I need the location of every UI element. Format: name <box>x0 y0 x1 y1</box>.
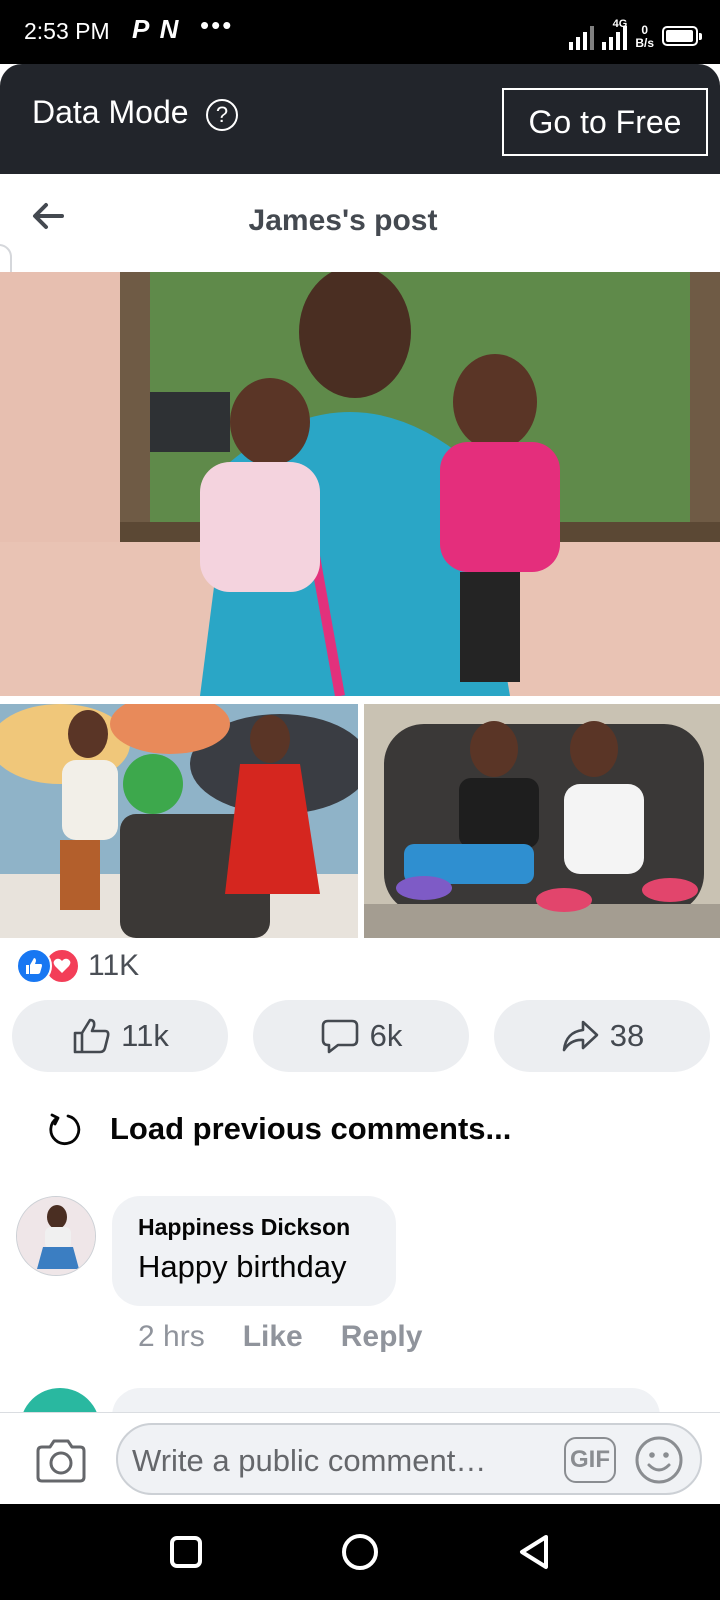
comment-composer: Write a public comment… GIF <box>0 1412 720 1504</box>
share-count: 38 <box>609 1018 645 1053</box>
post-photo-main[interactable] <box>0 272 720 696</box>
status-indicators: 4G 0 B/s <box>569 14 702 50</box>
reaction-count: 11K <box>88 949 140 982</box>
status-time: 2:53 PM <box>24 18 110 44</box>
load-previous-label: Load previous comments... <box>110 1111 512 1146</box>
share-icon <box>562 1020 599 1052</box>
back-triangle-icon[interactable] <box>514 1532 554 1572</box>
comment-count: 6k <box>369 1018 403 1053</box>
help-icon[interactable]: ? <box>206 99 238 131</box>
like-count: 11k <box>121 1018 169 1053</box>
comment-input-placeholder: Write a public comment… <box>132 1443 487 1478</box>
page-title: James's post <box>248 204 438 237</box>
comment-like-button[interactable]: Like <box>243 1320 303 1354</box>
next-comment-partial <box>16 1388 706 1414</box>
battery-level <box>666 30 693 42</box>
data-mode-label: Data Mode <box>32 94 189 130</box>
comment-meta: 2 hrs Like Reply <box>138 1320 422 1354</box>
net-speed-unit: B/s <box>635 36 654 50</box>
comment-input[interactable]: Write a public comment… GIF <box>116 1423 702 1495</box>
comment-reply-button[interactable]: Reply <box>341 1320 423 1354</box>
recent-apps-icon[interactable] <box>166 1532 206 1572</box>
more-notifications-icon: ••• <box>200 10 234 40</box>
post-photo-2[interactable] <box>0 704 358 938</box>
home-icon[interactable] <box>340 1532 380 1572</box>
like-button[interactable]: 11k <box>12 1000 228 1072</box>
avatar[interactable] <box>16 1196 96 1276</box>
emoji-icon[interactable] <box>634 1435 684 1485</box>
share-button[interactable]: 38 <box>494 1000 710 1072</box>
comment-text: Happy birthday <box>138 1249 347 1284</box>
network-type: 4G <box>612 18 628 30</box>
signal-4g-icon: 4G <box>602 18 628 50</box>
reactions-summary[interactable]: 11K <box>16 946 139 986</box>
refresh-icon <box>49 1113 81 1145</box>
notification-icons: P N <box>132 14 181 44</box>
comment-bubble <box>112 1388 660 1414</box>
camera-icon[interactable] <box>34 1437 88 1485</box>
post-photo-3[interactable] <box>364 704 720 938</box>
status-bar: 2:53 PM P N ••• 4G 0 B/s <box>0 0 720 64</box>
battery-icon <box>662 26 702 46</box>
comment-time: 2 hrs <box>138 1320 205 1353</box>
comment-author[interactable]: Happiness Dickson <box>138 1214 370 1241</box>
load-previous-comments[interactable]: Load previous comments... <box>44 1104 511 1154</box>
system-nav-bar <box>0 1504 720 1600</box>
post-header: James's post <box>0 174 720 270</box>
net-speed: 0 B/s <box>635 24 654 50</box>
thumbs-up-icon <box>73 1018 110 1054</box>
comment-button[interactable]: 6k <box>253 1000 469 1072</box>
comment-icon <box>321 1019 358 1054</box>
gif-icon[interactable]: GIF <box>564 1437 616 1483</box>
go-to-free-button[interactable]: Go to Free <box>502 88 708 156</box>
like-icon <box>16 948 52 984</box>
post-actions: 11k 6k 38 <box>12 1000 710 1072</box>
avatar[interactable] <box>20 1388 100 1414</box>
comment-bubble: Happiness Dickson Happy birthday <box>112 1196 396 1306</box>
data-mode-bar: Data Mode ? Go to Free <box>0 64 720 174</box>
signal-icon <box>569 26 595 50</box>
